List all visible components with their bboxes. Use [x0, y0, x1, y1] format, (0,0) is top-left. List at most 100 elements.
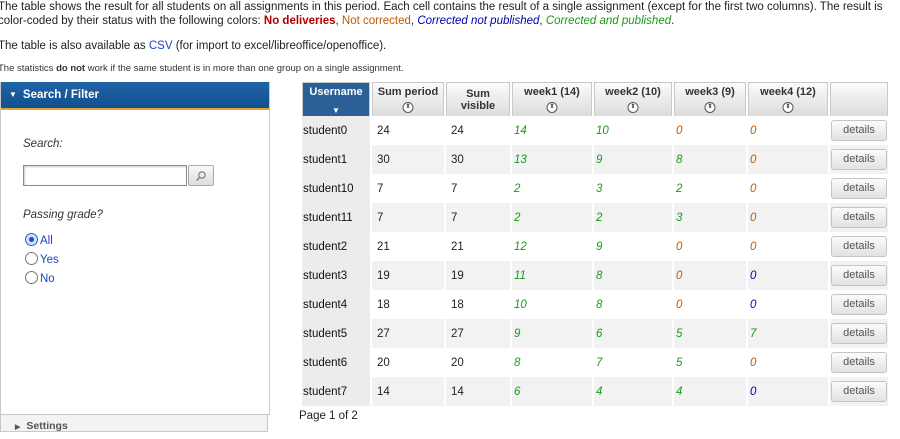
week4-result-cell: 0 — [748, 145, 828, 174]
header-label: Username — [309, 86, 363, 98]
radio-unchecked-icon — [25, 252, 38, 265]
radio-all-label: All — [40, 235, 53, 247]
table-row: student11 7 7 2 2 3 0 details — [302, 203, 888, 232]
note-text-end: work if the same student is in more than… — [85, 63, 404, 74]
details-button[interactable]: details — [831, 352, 887, 373]
header-label: week1 (14) — [524, 86, 580, 98]
week1-result-cell: 12 — [514, 240, 527, 253]
pagination-info: Page 1 of 2 — [299, 410, 358, 422]
radio-checked-icon — [25, 233, 38, 246]
sum-period-cell: 14 — [372, 377, 444, 406]
radio-all[interactable]: All — [25, 233, 53, 247]
details-button[interactable]: details — [831, 294, 887, 315]
column-header-week3[interactable]: week3 (9) ⇕ — [674, 82, 746, 116]
radio-yes[interactable]: Yes — [25, 252, 59, 266]
header-label: week2 (10) — [605, 86, 661, 98]
week2-result-cell: 6 — [594, 319, 672, 348]
details-button[interactable]: details — [831, 265, 887, 286]
table-row: student5 27 27 9 6 5 7 details — [302, 319, 888, 348]
details-button[interactable]: details — [831, 323, 887, 344]
week3-result-cell: 0 — [676, 124, 683, 137]
sum-visible-cell: 30 — [446, 145, 510, 174]
week1-result-cell: 10 — [514, 298, 527, 311]
week1-result-cell: 6 — [512, 377, 592, 406]
week4-result-cell: 0 — [750, 240, 757, 253]
column-header-week1[interactable]: week1 (14) ⇕ — [512, 82, 592, 116]
csv-link[interactable]: CSV — [149, 40, 173, 52]
results-table: Username ▼ Sum period ⇕ Sum visible week1 (… — [300, 82, 890, 406]
sum-period-cell: 30 — [372, 145, 444, 174]
csv-paragraph: The table is also available as CSV (for … — [0, 39, 386, 53]
sort-icon: ⇕ — [704, 102, 716, 113]
week1-result-cell: 2 — [512, 203, 592, 232]
search-filter-panel: ▼ Search / Filter Search: Passing grade? … — [0, 82, 270, 415]
week1-result-cell: 13 — [512, 145, 592, 174]
sum-period-cell: 27 — [372, 319, 444, 348]
week2-result-cell: 8 — [594, 261, 672, 290]
sum-visible-cell: 14 — [446, 377, 510, 406]
column-header-sum-period[interactable]: Sum period ⇕ — [372, 82, 444, 116]
week3-result-cell: 3 — [674, 203, 746, 232]
legend-no-deliveries: No deliveries — [263, 15, 336, 27]
column-header-week4[interactable]: week4 (12) ⇕ — [748, 82, 828, 116]
week1-result-cell: 2 — [514, 182, 521, 195]
sum-visible-cell: 21 — [451, 240, 464, 253]
results-table-body: student0 24 24 14 10 0 0 details student1 30 30 13 9… — [302, 116, 888, 406]
details-button[interactable]: details — [831, 120, 887, 141]
column-header-sum-visible[interactable]: Sum visible — [446, 82, 510, 116]
magnifier-icon — [195, 171, 206, 182]
week3-result-cell: 0 — [674, 261, 746, 290]
search-filter-header[interactable]: ▼ Search / Filter — [1, 82, 269, 110]
details-button[interactable]: details — [831, 236, 887, 257]
column-header-actions — [830, 82, 888, 116]
username-cell: student2 — [302, 232, 370, 261]
week4-result-cell: 7 — [748, 319, 828, 348]
week3-result-cell: 5 — [674, 319, 746, 348]
sort-icon: ⇕ — [627, 102, 639, 113]
week4-result-cell: 0 — [750, 124, 757, 137]
table-row: student10 7 7 2 3 2 0 details — [302, 174, 888, 203]
details-button[interactable]: details — [831, 178, 887, 199]
sort-icon: ⇕ — [546, 102, 558, 113]
details-cell: details — [830, 174, 888, 203]
details-button[interactable]: details — [831, 149, 887, 170]
header-label: week3 (9) — [685, 86, 735, 98]
table-row: student3 19 19 11 8 0 0 details — [302, 261, 888, 290]
search-input[interactable] — [23, 165, 187, 186]
week3-result-cell: 0 — [676, 240, 683, 253]
week3-result-cell: 2 — [676, 182, 683, 195]
column-header-username[interactable]: Username ▼ — [302, 82, 370, 116]
details-cell: details — [830, 377, 888, 406]
csv-text-end: (for import to excel/libreoffice/openoff… — [172, 40, 387, 52]
details-cell: details — [830, 203, 888, 232]
week4-result-cell: 0 — [750, 182, 757, 195]
sum-period-cell: 21 — [377, 240, 390, 253]
column-header-week2[interactable]: week2 (10) ⇕ — [594, 82, 672, 116]
details-button[interactable]: details — [831, 381, 887, 402]
table-row: student1 30 30 13 9 8 0 details — [302, 145, 888, 174]
search-button[interactable] — [188, 165, 214, 186]
details-button[interactable]: details — [831, 207, 887, 228]
intro-paragraph: The table shows the result for all stude… — [0, 0, 900, 28]
week1-result-cell: 8 — [514, 356, 521, 369]
table-row: student7 14 14 6 4 4 0 details — [302, 377, 888, 406]
radio-no[interactable]: No — [25, 271, 55, 285]
sort-icon: ⇕ — [782, 102, 794, 113]
legend-not-published: Corrected not published — [417, 15, 540, 27]
note-bold: do not — [56, 63, 86, 74]
week4-result-cell: 0 — [750, 356, 757, 369]
radio-unchecked-icon — [25, 271, 38, 284]
sum-visible-cell: 27 — [446, 319, 510, 348]
sum-period-cell: 19 — [372, 261, 444, 290]
week2-result-cell: 9 — [594, 145, 672, 174]
username-cell: student11 — [302, 203, 370, 232]
passing-grade-label: Passing grade? — [23, 209, 103, 221]
week3-result-cell: 8 — [674, 145, 746, 174]
sum-visible-cell: 20 — [451, 356, 464, 369]
settings-panel-header[interactable]: ▶ Settings — [0, 414, 268, 432]
sum-period-cell: 24 — [377, 124, 390, 137]
header-label: Sum period — [377, 86, 439, 98]
header-line: Sum — [466, 88, 490, 100]
table-row: student2 21 21 12 9 0 0 details — [302, 232, 888, 261]
details-cell: details — [830, 290, 888, 319]
